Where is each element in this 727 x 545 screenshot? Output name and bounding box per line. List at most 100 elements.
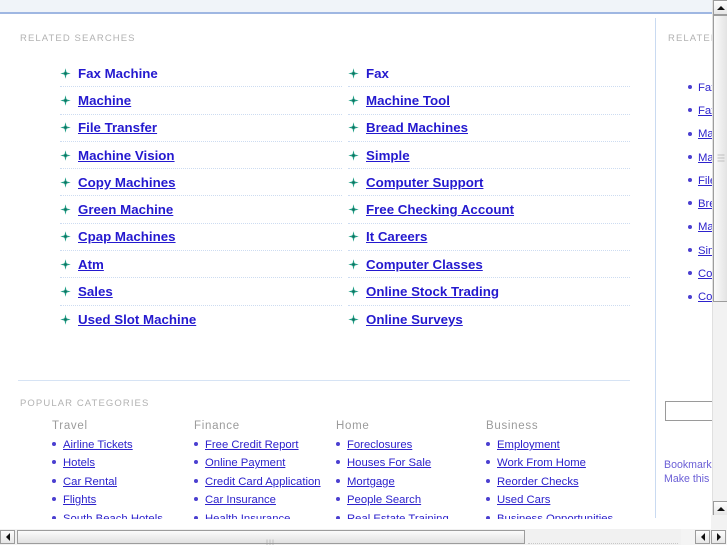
right-panel-footer-link[interactable]: Bookmark this page [664, 458, 712, 472]
right-panel-related-link[interactable]: File Transfer [698, 175, 712, 187]
related-search-item[interactable]: Online Surveys [348, 306, 630, 333]
category-link[interactable]: South Beach Hotels [63, 513, 163, 519]
related-search-item[interactable]: Copy Machines [60, 169, 342, 197]
horizontal-scrollbar-thumb[interactable] [17, 530, 525, 545]
related-search-link[interactable]: Free Checking Account [366, 202, 514, 217]
scroll-left-button[interactable] [0, 530, 15, 544]
right-panel-search-input[interactable] [665, 401, 712, 421]
category-link[interactable]: Health Insurance [205, 513, 290, 519]
related-search-item[interactable]: Sales [60, 278, 342, 306]
list-item[interactable]: Free Credit Report [194, 436, 336, 453]
list-item[interactable]: Health Insurance [194, 510, 336, 519]
category-link[interactable]: Car Insurance [205, 494, 276, 506]
right-panel-related-link[interactable]: Fax [698, 105, 712, 117]
right-panel-related-link[interactable]: Fax Machine [698, 82, 712, 94]
related-search-item[interactable]: Atm [60, 251, 342, 279]
category-link[interactable]: Business Opportunities [497, 513, 613, 519]
right-panel-related-link[interactable]: Copy Machines [698, 268, 712, 280]
right-panel-related-link[interactable]: Machine Vision [698, 221, 712, 233]
right-panel-related-item[interactable]: Copy Machines [688, 262, 712, 285]
category-link[interactable]: Employment [497, 439, 560, 451]
category-link[interactable]: Hotels [63, 457, 95, 469]
related-search-item[interactable]: Cpap Machines [60, 224, 342, 252]
category-link[interactable]: Online Payment [205, 457, 285, 469]
vertical-scrollbar[interactable] [712, 0, 727, 531]
category-link[interactable]: Foreclosures [347, 439, 412, 451]
list-item[interactable]: Business Opportunities [486, 510, 646, 519]
category-link[interactable]: Mortgage [347, 476, 395, 488]
related-search-item[interactable]: Used Slot Machine [60, 306, 342, 333]
related-search-link[interactable]: Online Stock Trading [366, 284, 499, 299]
list-item[interactable]: Online Payment [194, 454, 336, 471]
related-search-link[interactable]: File Transfer [78, 120, 157, 135]
right-panel-related-link[interactable]: Machine [698, 128, 712, 140]
right-panel-related-link[interactable]: Computer Support [698, 291, 712, 303]
vertical-scrollbar-thumb[interactable] [713, 15, 727, 302]
related-search-link[interactable]: Sales [78, 284, 113, 299]
list-item[interactable]: Credit Card Application [194, 473, 336, 490]
related-search-link[interactable]: Computer Classes [366, 257, 483, 272]
list-item[interactable]: Foreclosures [336, 436, 486, 453]
list-item[interactable]: Houses For Sale [336, 454, 486, 471]
related-search-item[interactable]: Online Stock Trading [348, 278, 630, 306]
list-item[interactable]: Real Estate Training [336, 510, 486, 519]
scroll-down-button-inner[interactable] [713, 501, 727, 516]
right-panel-related-item[interactable]: Machine Vision [688, 216, 712, 239]
related-search-link[interactable]: Cpap Machines [78, 229, 176, 244]
category-link[interactable]: Free Credit Report [205, 439, 299, 451]
category-link[interactable]: Reorder Checks [497, 476, 579, 488]
right-panel-related-item[interactable]: File Transfer [688, 169, 712, 192]
list-item[interactable]: Reorder Checks [486, 473, 646, 490]
category-link[interactable]: Credit Card Application [205, 476, 321, 488]
related-search-item[interactable]: Free Checking Account [348, 196, 630, 224]
list-item[interactable]: Mortgage [336, 473, 486, 490]
related-search-link[interactable]: Fax [366, 66, 389, 81]
right-panel-related-item[interactable]: Fax [688, 99, 712, 122]
related-search-item[interactable]: Simple [348, 142, 630, 170]
category-link[interactable]: Airline Tickets [63, 439, 133, 451]
category-link[interactable]: Flights [63, 494, 96, 506]
right-panel-related-link[interactable]: Bread Machines [698, 198, 712, 210]
related-search-item[interactable]: It Careers [348, 224, 630, 252]
related-search-item[interactable]: Machine Vision [60, 142, 342, 170]
related-search-item[interactable]: File Transfer [60, 115, 342, 142]
right-panel-related-link[interactable]: Machine Tool [698, 152, 712, 164]
scroll-up-button[interactable] [713, 0, 727, 15]
right-panel-related-item[interactable]: Bread Machines [688, 192, 712, 215]
related-search-item[interactable]: Fax [348, 60, 630, 88]
related-search-link[interactable]: It Careers [366, 229, 427, 244]
list-item[interactable]: Car Rental [52, 473, 194, 490]
scroll-left-button-right-group[interactable] [695, 530, 710, 544]
related-search-link[interactable]: Machine Vision [78, 148, 175, 163]
list-item[interactable]: Used Cars [486, 491, 646, 508]
horizontal-scrollbar[interactable] [0, 529, 727, 545]
list-item[interactable]: Flights [52, 491, 194, 508]
related-search-link[interactable]: Bread Machines [366, 120, 468, 135]
list-item[interactable]: South Beach Hotels [52, 510, 194, 519]
category-link[interactable]: Work From Home [497, 457, 586, 469]
right-panel-footer-link[interactable]: Make this my homepage [664, 472, 712, 486]
related-search-link[interactable]: Atm [78, 257, 104, 272]
scroll-right-button[interactable] [711, 530, 726, 544]
category-link[interactable]: Real Estate Training [347, 513, 449, 519]
right-panel-related-item[interactable]: Machine [688, 123, 712, 146]
related-search-link[interactable]: Copy Machines [78, 175, 176, 190]
related-search-link[interactable]: Green Machine [78, 202, 173, 217]
related-search-link[interactable]: Machine Tool [366, 93, 450, 108]
right-panel-related-item[interactable]: Simple [688, 239, 712, 262]
related-search-item[interactable]: Machine Tool [348, 87, 630, 115]
related-search-link[interactable]: Simple [366, 148, 410, 163]
right-panel-related-item[interactable]: Computer Support [688, 286, 712, 309]
category-link[interactable]: Houses For Sale [347, 457, 431, 469]
list-item[interactable]: Hotels [52, 454, 194, 471]
right-panel-related-item[interactable]: Machine Tool [688, 146, 712, 169]
right-panel-related-item[interactable]: Fax Machine [688, 76, 712, 99]
related-search-item[interactable]: Computer Support [348, 169, 630, 197]
related-search-item[interactable]: Computer Classes [348, 251, 630, 279]
related-search-item[interactable]: Green Machine [60, 196, 342, 224]
list-item[interactable]: Employment [486, 436, 646, 453]
related-search-item[interactable]: Fax Machine [60, 60, 342, 88]
category-link[interactable]: Used Cars [497, 494, 550, 506]
related-search-item[interactable]: Bread Machines [348, 115, 630, 142]
right-panel-related-link[interactable]: Simple [698, 245, 712, 257]
